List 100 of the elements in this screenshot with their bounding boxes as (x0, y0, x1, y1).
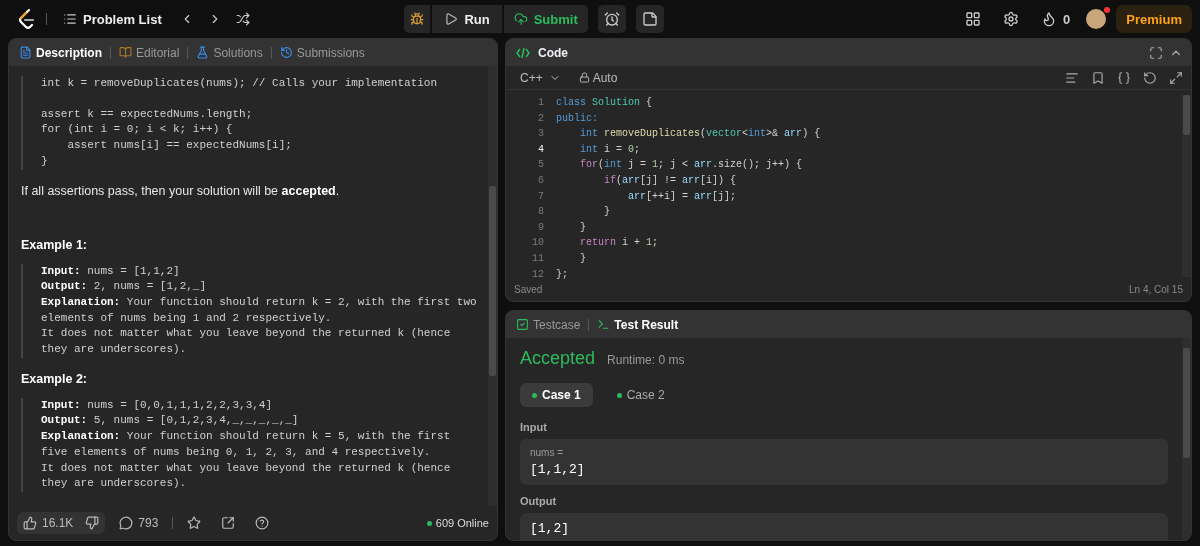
code-line: class Solution { (556, 96, 654, 110)
mode-label: Auto (578, 70, 618, 85)
output-value: [1,2] (530, 521, 570, 536)
line-number: 9 (538, 220, 544, 235)
play-icon (444, 12, 459, 26)
line-number: 3 (538, 127, 544, 142)
runtime: Runtime: 0 ms (607, 353, 685, 367)
code-line: } (579, 251, 587, 266)
panel-title: Code (538, 45, 568, 60)
line-number: 2 (538, 111, 544, 126)
shuffle-icon (235, 12, 250, 26)
thumbs-up-icon (23, 516, 37, 530)
example-title: Example 1: (21, 237, 88, 252)
example-line: Explanation: Your function should return k = 5, with the first five elements of nums being 0, 1, 2, 3, and 4 respectively. (41, 429, 452, 460)
streak-button[interactable]: 0 (1035, 5, 1077, 33)
panel-tab[interactable]: Testcase (514, 317, 583, 332)
help-icon (255, 516, 270, 530)
line-number: 5 (538, 158, 544, 173)
checkbox-icon (516, 318, 529, 331)
code-line: for(int j = 1; j < arr.size(); j++) { (579, 158, 804, 173)
expand-icon (1169, 70, 1183, 85)
problem-list-link[interactable]: Problem List (57, 5, 168, 33)
avatar[interactable] (1086, 9, 1107, 29)
braces-icon (1117, 70, 1131, 85)
online-count: 609 Online (426, 517, 489, 529)
code-line: if(arr[j] != arr[i]) { (603, 173, 738, 188)
example-line: Output: 2, nums = [1,2,_] (41, 279, 208, 295)
line-number: 4 (538, 142, 544, 157)
cloud-upload-icon (513, 12, 528, 26)
paragraph: If all assertions pass, then your solution will be accepted. (21, 183, 341, 198)
verdict: Accepted (520, 348, 596, 369)
code-line: }; (556, 267, 569, 282)
comments-button[interactable]: 793 (113, 512, 165, 534)
code-line: public: (556, 111, 599, 126)
panel-tab[interactable]: Editorial (117, 45, 182, 60)
cursor-position: Ln 4, Col 15 (1129, 283, 1183, 295)
example-line: Input: nums = [1,1,2] (41, 263, 181, 279)
example-line: Output: 5, nums = [0,1,2,3,4,_,_,_,_,_] (41, 413, 300, 429)
case-tab[interactable]: Case 1 (520, 383, 593, 407)
undo-icon (1143, 70, 1157, 85)
code-line: assert nums[i] == expectedNums[i]; (66, 138, 293, 154)
speech-bubble-icon (119, 516, 134, 530)
notes-button[interactable] (635, 5, 664, 33)
thumbs-down-icon (85, 516, 100, 530)
code-line: return i + 1; (579, 236, 660, 251)
code-line: for (int i = 0; i < k; i++) { (41, 122, 234, 138)
grid-icon (965, 11, 982, 27)
code-line: } (41, 153, 49, 169)
example-line: It does not matter what you leave beyond the returned k (hence they are underscores). (41, 460, 452, 492)
example-line: It does not matter what you leave beyond the returned k (hence they are underscores). (41, 326, 452, 358)
bug-icon (410, 12, 425, 26)
line-number: 7 (538, 189, 544, 204)
submit-button[interactable]: Submit (503, 5, 588, 33)
history-icon (279, 46, 293, 59)
terminal-icon (597, 318, 611, 331)
scrollbar[interactable] (1182, 338, 1191, 540)
run-button[interactable]: Run (432, 5, 502, 33)
code-line: arr[++i] = arr[j]; (627, 189, 738, 204)
timer-button[interactable] (597, 5, 626, 33)
line-number: 8 (538, 205, 544, 220)
example-line: Explanation: Your function should return k = 2, with the first two elements of nums being 1 and 2 respectively. (41, 294, 478, 326)
panel-tab[interactable]: Solutions (194, 45, 265, 60)
code-line: } (603, 205, 611, 220)
debug-button[interactable] (404, 5, 431, 33)
note-icon (641, 11, 658, 27)
bookmark-icon (1091, 70, 1105, 85)
logo-icon[interactable] (18, 9, 36, 29)
premium-button[interactable]: Premium (1116, 5, 1192, 33)
fullscreen-icon (1149, 45, 1163, 60)
variable-name: nums = (530, 447, 565, 458)
panel-tab[interactable]: Description (17, 45, 104, 60)
panel-tab[interactable]: Submissions (277, 45, 367, 60)
example-title: Example 2: (21, 371, 88, 386)
settings-icon (1003, 11, 1020, 27)
language-dropdown[interactable]: C++ (514, 63, 567, 92)
book-icon (119, 46, 132, 59)
scrollbar[interactable] (1182, 95, 1191, 277)
list-icon (63, 12, 77, 26)
case-tab[interactable]: Case 2 (604, 383, 677, 407)
code-tab[interactable] (514, 46, 532, 59)
code-line: } (579, 220, 587, 235)
code-line: assert k == expectedNums.length; (41, 106, 254, 122)
alarm-clock-icon (603, 11, 620, 27)
document-icon (19, 46, 32, 59)
external-link-icon (221, 516, 236, 530)
panel-tab[interactable]: Test Result (595, 317, 681, 332)
scrollbar[interactable] (488, 66, 497, 506)
example-line: Input: nums = [0,0,1,1,1,2,2,3,3,4] (41, 397, 274, 413)
line-number: 11 (532, 251, 544, 266)
star-icon (187, 516, 202, 530)
lock-icon (578, 72, 590, 83)
line-number: 12 (532, 267, 544, 282)
line-number: 1 (538, 96, 544, 110)
line-number: 6 (538, 173, 544, 188)
line-number: 10 (532, 236, 544, 251)
save-status: Saved (514, 283, 543, 295)
output-label: Output (520, 495, 558, 507)
code-line: int removeDuplicates(vector<int>& arr) { (579, 127, 822, 142)
code-line: int k = removeDuplicates(nums); // Calls your implementation (41, 76, 439, 91)
code-line: int i = 0; (579, 142, 642, 157)
